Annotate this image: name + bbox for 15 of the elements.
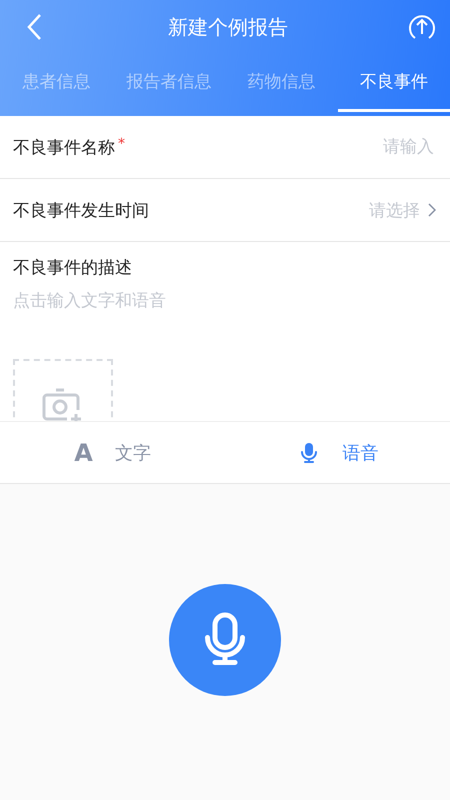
- mode-tab[interactable]: A 文字: [0, 422, 225, 483]
- tab[interactable]: 报告者信息: [112, 54, 226, 112]
- tab[interactable]: 不良事件: [338, 54, 450, 112]
- field-label: 不良事件名称 *: [13, 136, 125, 158]
- tab[interactable]: 药物信息: [225, 54, 338, 112]
- back-icon: [26, 13, 42, 41]
- field-label: 不良事件发生时间: [13, 200, 149, 222]
- chevron-right-icon: [428, 203, 436, 217]
- field-label: 不良事件的描述: [13, 257, 133, 279]
- required-mark: *: [118, 136, 125, 152]
- select-field[interactable]: 请选择: [369, 198, 436, 222]
- tab[interactable]: 患者信息: [0, 54, 113, 112]
- page-title: 新建个例报告: [168, 14, 288, 40]
- mode-tab[interactable]: 语音: [225, 422, 450, 483]
- text-icon: A: [74, 438, 93, 466]
